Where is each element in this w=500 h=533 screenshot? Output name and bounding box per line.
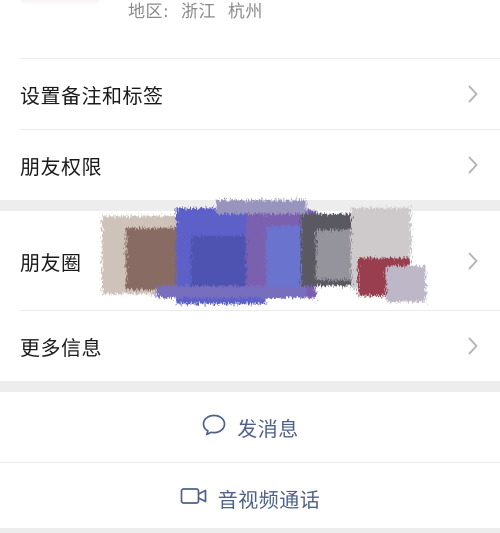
moments-label: 朋友圈 [20, 250, 82, 275]
remark-and-tags-label: 设置备注和标签 [20, 83, 164, 108]
avatar[interactable] [20, 0, 100, 6]
section-gap [0, 381, 500, 392]
more-info-item[interactable]: 更多信息 [0, 311, 500, 381]
remark-and-tags-item[interactable]: 设置备注和标签 [0, 59, 500, 129]
region-text: 地区: 浙江 杭州 [128, 2, 263, 22]
contact-profile-page: 地区: 浙江 杭州 设置备注和标签 朋友权限 朋友圈 更多信息 发消息 音视频通… [0, 0, 500, 533]
chevron-right-icon [468, 85, 478, 103]
chat-bubble-icon [201, 413, 227, 441]
profile-header: 地区: 浙江 杭州 [0, 0, 500, 58]
friend-permissions-item[interactable]: 朋友权限 [0, 130, 500, 200]
video-call-label: 音视频通话 [217, 487, 321, 512]
chevron-right-icon [468, 337, 478, 355]
section-gap [0, 528, 500, 533]
send-message-button[interactable]: 发消息 [0, 392, 500, 462]
chevron-right-icon [468, 252, 478, 270]
more-info-label: 更多信息 [20, 335, 102, 360]
video-call-button[interactable]: 音视频通话 [0, 463, 500, 533]
redacted-moments-preview [102, 200, 426, 304]
chevron-right-icon [468, 156, 478, 174]
video-camera-icon [180, 486, 208, 510]
friend-permissions-label: 朋友权限 [20, 154, 102, 179]
send-message-label: 发消息 [237, 416, 299, 441]
